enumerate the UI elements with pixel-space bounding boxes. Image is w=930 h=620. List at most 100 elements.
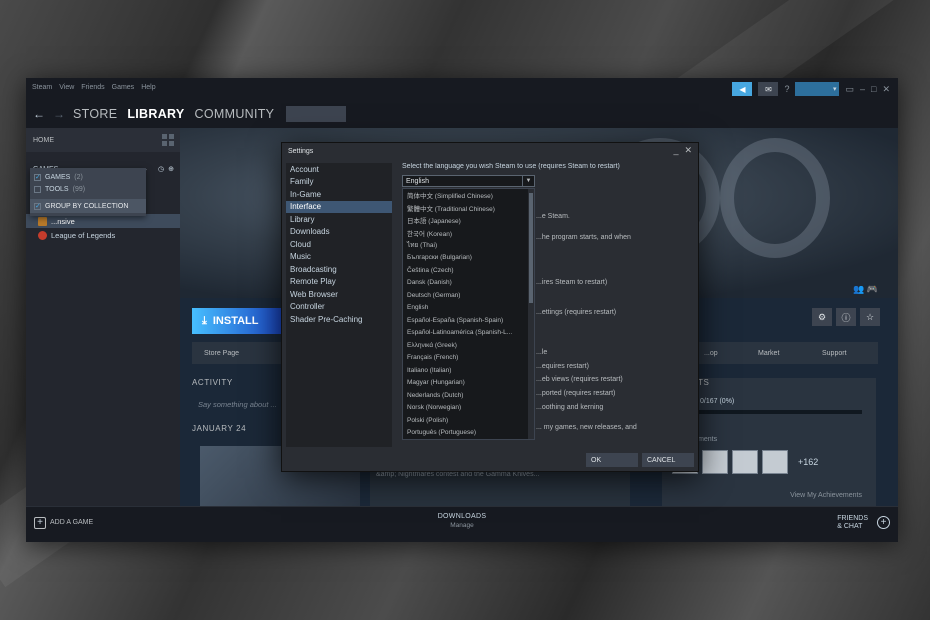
scrollbar-thumb[interactable] (529, 193, 533, 303)
tab-support[interactable]: Support (822, 350, 847, 357)
language-option[interactable]: Čeština (Czech) (403, 264, 534, 277)
achievement-badge-icon[interactable] (762, 450, 788, 474)
controller-icon[interactable]: 🎮 (867, 284, 878, 294)
language-option[interactable]: Ελληνικά (Greek) (403, 339, 534, 352)
nav-username-redacted[interactable] (286, 106, 347, 122)
settings-nav-controller[interactable]: Controller (286, 301, 392, 314)
settings-nav-library[interactable]: Library (286, 213, 392, 226)
filter-dropdown: ✓ GAMES (2) ✓ TOOLS (99) ✓ GROUP BY COLL… (30, 168, 146, 216)
language-option[interactable]: Norsk (Norwegian) (403, 402, 534, 415)
tab-points-shop[interactable]: ...op (704, 350, 718, 357)
nav-bar: ← → STORE LIBRARY COMMUNITY (26, 100, 898, 128)
achievement-badge-icon[interactable] (702, 450, 728, 474)
settings-nav-broadcasting[interactable]: Broadcasting (286, 263, 392, 276)
menu-friends[interactable]: Friends (81, 84, 104, 91)
cancel-button[interactable]: CANCEL (642, 453, 694, 467)
language-option[interactable]: Deutsch (German) (403, 289, 534, 302)
language-option[interactable]: 한국어 (Korean) (403, 227, 534, 240)
language-option[interactable]: Português (Portuguese) (403, 427, 534, 440)
settings-nav-downloads[interactable]: Downloads (286, 226, 392, 239)
language-option[interactable]: 简体中文 (Simplified Chinese) (403, 189, 534, 202)
activity-input[interactable]: Say something about ... (198, 400, 277, 409)
menu-steam[interactable]: Steam (32, 84, 52, 91)
settings-nav-interface[interactable]: Interface (286, 200, 392, 213)
close-icon[interactable]: ✕ (684, 145, 692, 156)
settings-gear-icon[interactable]: ⚙ (812, 308, 832, 326)
friends-icon[interactable]: 👥 (853, 284, 864, 294)
settings-nav-cloud[interactable]: Cloud (286, 238, 392, 251)
recent-clock-icon[interactable]: ◷ (158, 165, 164, 173)
ok-button[interactable]: OK (586, 453, 638, 467)
language-option[interactable]: Polski (Polish) (403, 414, 534, 427)
language-option[interactable]: Español-España (Spanish-Spain) (403, 314, 534, 327)
grid-view-icon[interactable] (162, 134, 174, 146)
filter-tools[interactable]: ✓ TOOLS (99) (30, 183, 146, 195)
filter-games[interactable]: ✓ GAMES (2) (30, 171, 146, 183)
game-item-league-of-legends[interactable]: League of Legends (26, 228, 180, 242)
chevron-down-icon[interactable]: ▼ (522, 176, 534, 186)
group-by-collection-toggle[interactable]: ✓ GROUP BY COLLECTION (30, 199, 146, 213)
language-option[interactable]: Dansk (Danish) (403, 277, 534, 290)
menu-games[interactable]: Games (112, 84, 135, 91)
language-option[interactable]: Magyar (Hungarian) (403, 377, 534, 390)
language-option[interactable]: Français (French) (403, 352, 534, 365)
game-item-csgo[interactable]: ...nsive (26, 214, 180, 228)
settings-nav-music[interactable]: Music (286, 251, 392, 264)
notifications-icon[interactable]: ✉ (758, 82, 779, 96)
language-option[interactable]: 繁體中文 (Traditional Chinese) (403, 202, 534, 215)
language-option[interactable]: Español-Latinoamérica (Spanish-L... (403, 327, 534, 340)
close-icon[interactable]: ✕ (882, 84, 890, 95)
settings-nav-shader-pre-caching[interactable]: Shader Pre-Caching (286, 313, 392, 326)
settings-nav-account[interactable]: Account (286, 163, 392, 176)
install-button[interactable]: ⤓ INSTALL (192, 308, 284, 334)
checkbox-checked-icon[interactable]: ✓ (34, 173, 41, 181)
forward-arrow-icon[interactable]: → (53, 107, 65, 121)
menu-help[interactable]: Help (141, 84, 155, 91)
home-label: HOME (33, 136, 54, 144)
info-icon[interactable]: ⓘ (836, 308, 856, 326)
game-title: ...nsive (51, 216, 75, 226)
language-option[interactable]: English (403, 302, 534, 315)
language-option[interactable]: Български (Bulgarian) (403, 252, 534, 265)
help-button[interactable]: ? (784, 84, 789, 94)
language-option[interactable]: ไทย (Thai) (403, 239, 534, 252)
nav-community[interactable]: COMMUNITY (195, 107, 275, 121)
settings-nav-in-game[interactable]: In-Game (286, 188, 392, 201)
filter-icon[interactable]: ⊕ (168, 165, 174, 173)
activity-heading: ACTIVITY (192, 378, 233, 387)
achievements-more-count[interactable]: +162 (798, 457, 818, 467)
language-select[interactable]: English ▼ (402, 175, 535, 187)
home-button[interactable]: HOME (26, 128, 180, 152)
friends-chat-button[interactable]: FRIENDS & CHAT (837, 515, 868, 531)
checkbox-unchecked-icon[interactable]: ✓ (34, 185, 41, 193)
setting-text: ...e Steam. (536, 213, 570, 220)
maximize-icon[interactable]: □ (871, 84, 876, 94)
language-scrollbar[interactable] (528, 189, 534, 439)
view-achievements-link[interactable]: View My Achievements (790, 492, 862, 499)
menu-view[interactable]: View (59, 84, 74, 91)
download-icon: ⤓ (202, 314, 207, 327)
setting-text: ...eb views (requires restart) (536, 376, 623, 383)
favorite-star-icon[interactable]: ☆ (860, 308, 880, 326)
nav-store[interactable]: STORE (73, 107, 117, 121)
downloads-button[interactable]: DOWNLOADS (26, 513, 898, 520)
back-arrow-icon[interactable]: ← (33, 107, 45, 121)
account-dropdown[interactable]: ▾ (795, 82, 840, 96)
tab-market[interactable]: Market (758, 350, 779, 357)
settings-nav-remote-play[interactable]: Remote Play (286, 276, 392, 289)
language-option[interactable]: Italiano (Italian) (403, 364, 534, 377)
language-option[interactable]: 日本語 (Japanese) (403, 214, 534, 227)
tab-store-page[interactable]: Store Page (204, 350, 239, 357)
settings-nav-web-browser[interactable]: Web Browser (286, 288, 392, 301)
minimize-icon[interactable]: – (860, 84, 865, 94)
achievement-badge-icon[interactable] (732, 450, 758, 474)
nav-library[interactable]: LIBRARY (127, 107, 184, 121)
language-prompt: Select the language you wish Steam to us… (402, 163, 620, 170)
minimize-icon[interactable]: _ (673, 145, 678, 156)
announcements-icon[interactable]: ◀ (732, 82, 753, 96)
friends-add-icon[interactable]: + (877, 516, 890, 529)
big-picture-icon[interactable]: ▭ (845, 84, 854, 95)
checkbox-checked-icon[interactable]: ✓ (34, 202, 41, 210)
language-option[interactable]: Nederlands (Dutch) (403, 389, 534, 402)
settings-nav-family[interactable]: Family (286, 176, 392, 189)
